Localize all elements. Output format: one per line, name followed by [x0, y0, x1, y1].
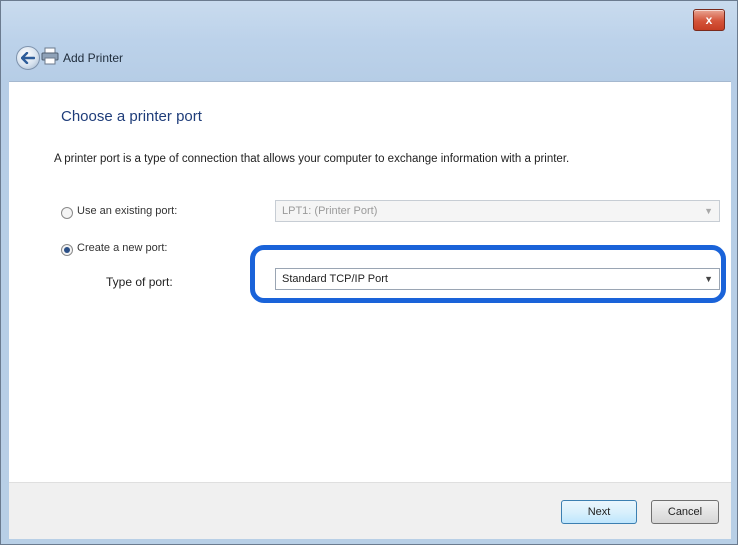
- add-printer-window: x Add Printer Choose a printer port A pr…: [0, 0, 738, 545]
- new-port-label: Create a new port:: [77, 242, 168, 254]
- existing-port-label: Use an existing port:: [77, 205, 178, 217]
- highlight-annotation: [250, 245, 726, 303]
- close-icon: x: [705, 13, 713, 27]
- page-description: A printer port is a type of connection t…: [54, 153, 570, 165]
- close-button[interactable]: x: [693, 9, 725, 31]
- back-button[interactable]: [16, 46, 40, 70]
- next-button[interactable]: Next: [561, 500, 637, 524]
- new-port-radio[interactable]: [61, 244, 73, 256]
- window-title: Add Printer: [63, 51, 124, 65]
- chevron-down-icon: ▼: [704, 206, 713, 216]
- page-heading: Choose a printer port: [61, 108, 202, 125]
- printer-icon: [41, 47, 59, 65]
- cancel-button[interactable]: Cancel: [651, 500, 719, 524]
- port-type-label: Type of port:: [106, 275, 173, 289]
- wizard-footer: Next Cancel: [9, 482, 731, 539]
- existing-port-value: LPT1: (Printer Port): [282, 205, 378, 217]
- back-arrow-icon: [21, 52, 35, 64]
- existing-port-select[interactable]: LPT1: (Printer Port) ▼: [275, 200, 720, 222]
- existing-port-radio[interactable]: [61, 207, 73, 219]
